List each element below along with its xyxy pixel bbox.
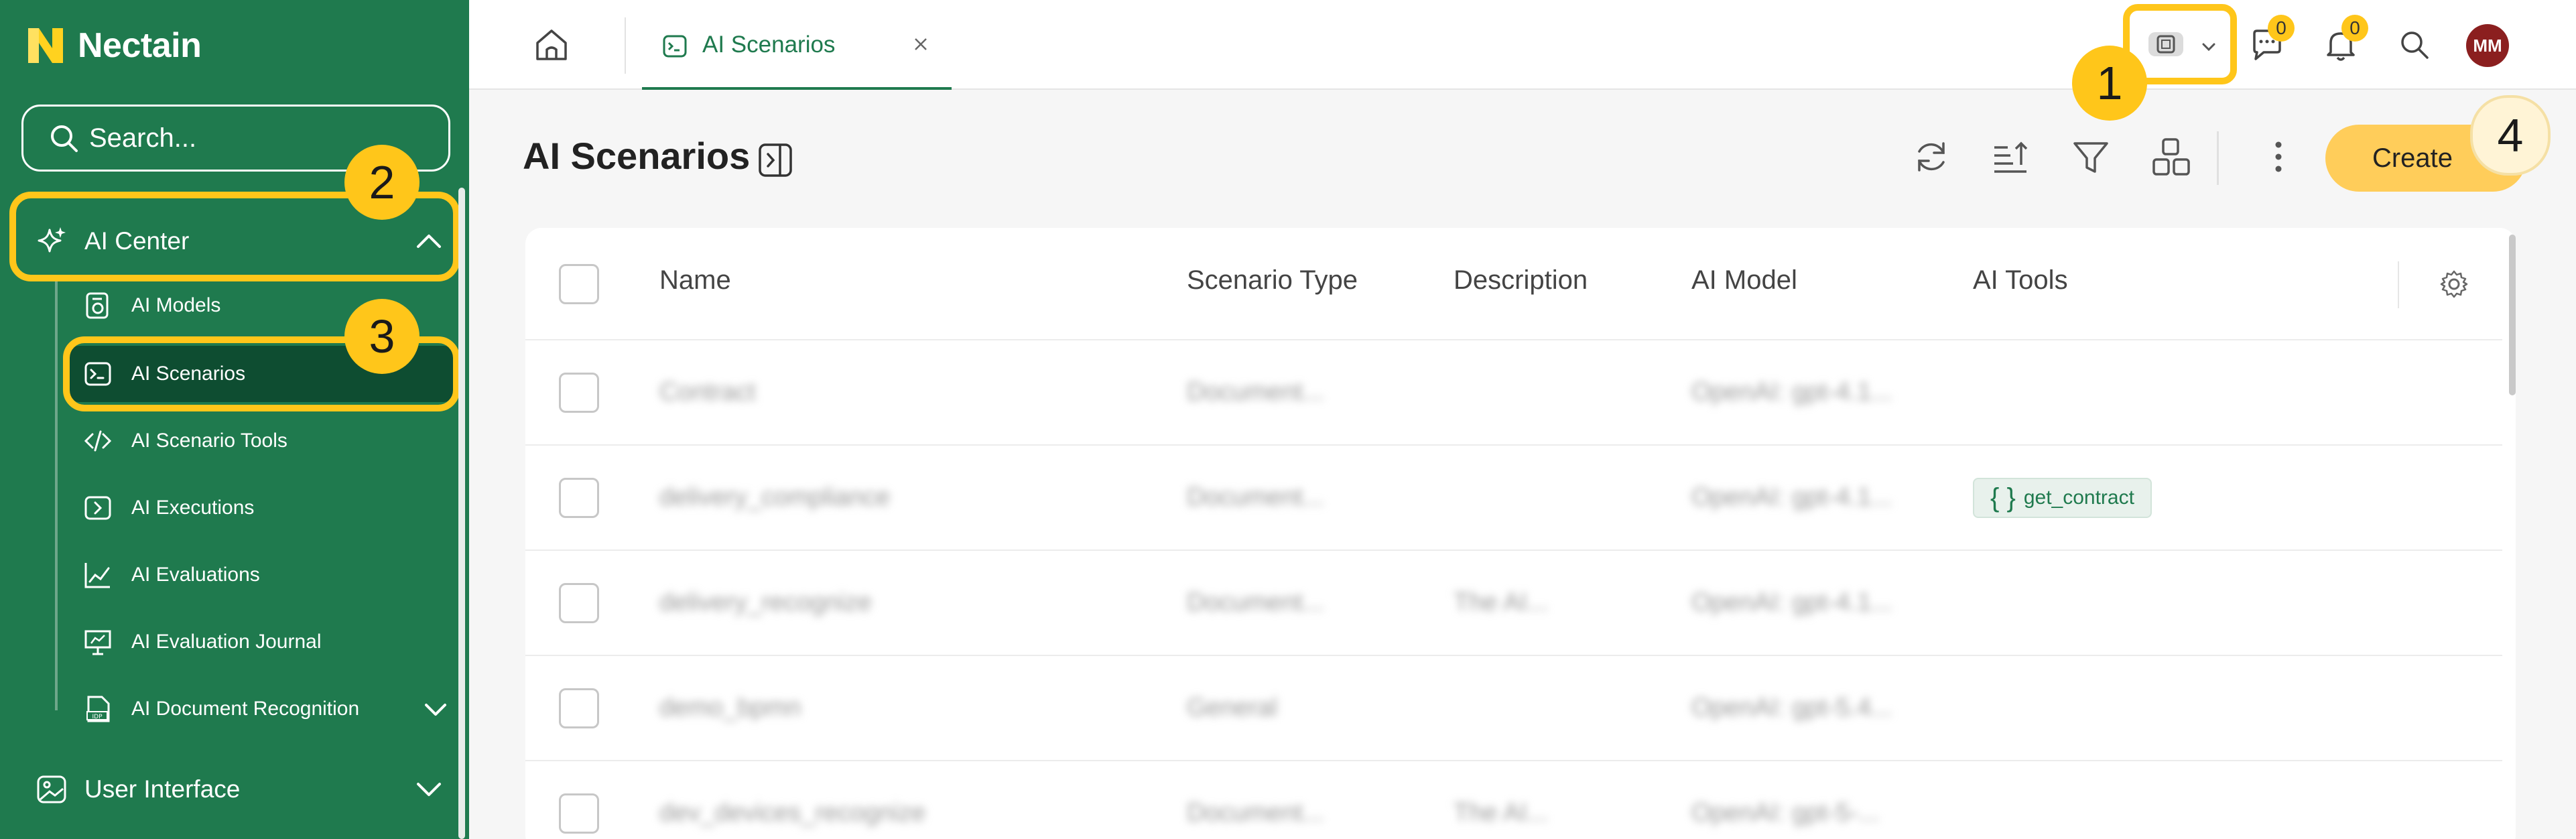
close-icon[interactable] <box>910 34 931 55</box>
svg-text:IDP: IDP <box>92 714 103 720</box>
search-placeholder: Search... <box>89 123 197 153</box>
table-row[interactable]: demo_bpmn General OpenAI: gpt-5.4... <box>525 656 2502 761</box>
column-divider <box>2398 261 2399 308</box>
table-row[interactable]: Contract Document... OpenAI: gpt-4.1... <box>525 340 2502 446</box>
sidebar-group-user-interface[interactable]: User Interface <box>15 748 457 831</box>
sidebar: Nectain Search... AI Center 2 AI Models … <box>0 0 469 839</box>
column-header-ai-tools[interactable]: AI Tools <box>1973 265 2068 296</box>
sidebar-item-ai-evaluations[interactable]: AI Evaluations <box>67 547 456 603</box>
sort-icon[interactable] <box>1990 137 2031 177</box>
search-icon[interactable] <box>2396 27 2433 63</box>
idp-document-icon: IDP <box>86 696 110 722</box>
user-avatar[interactable]: MM <box>2466 24 2509 67</box>
home-icon[interactable] <box>533 27 570 63</box>
sidebar-item-ai-evaluation-journal[interactable]: AI Evaluation Journal <box>67 614 456 670</box>
panel-toggle-icon[interactable] <box>757 142 793 178</box>
sidebar-scrollbar[interactable] <box>458 188 465 839</box>
nectain-logo-icon <box>28 28 63 63</box>
sidebar-item-ai-executions[interactable]: AI Executions <box>67 480 456 536</box>
cell-scenario-type: General <box>1187 694 1278 722</box>
line-chart-icon <box>84 563 110 588</box>
chevron-down-icon <box>417 783 441 796</box>
search-icon <box>51 125 78 152</box>
callout-badge-1: 1 <box>2072 46 2147 121</box>
table-scrollbar[interactable] <box>2509 235 2516 395</box>
sidebar-item-ai-scenario-tools[interactable]: AI Scenario Tools <box>67 413 456 469</box>
workspace-icon <box>2148 32 2183 56</box>
cell-scenario-type: Document... <box>1187 799 1324 827</box>
table-header: Name Scenario Type Description AI Model … <box>525 228 2502 340</box>
tree-connector <box>55 281 58 710</box>
cell-scenario-type: Document... <box>1187 588 1324 617</box>
terminal-icon <box>663 35 687 58</box>
column-header-ai-model[interactable]: AI Model <box>1691 265 1797 296</box>
presentation-icon <box>84 630 111 655</box>
sidebar-item-label: AI Evaluations <box>131 564 260 586</box>
cell-ai-model: OpenAI: gpt-4.1... <box>1691 483 1892 511</box>
gear-icon[interactable] <box>2439 269 2469 299</box>
brand-logo[interactable]: Nectain <box>24 24 202 67</box>
table-row[interactable]: delivery_compliance Document... OpenAI: … <box>525 446 2502 551</box>
sidebar-item-label: AI Executions <box>131 497 255 519</box>
page-title: AI Scenarios <box>523 135 751 177</box>
callout-badge-2: 2 <box>344 145 420 220</box>
sidebar-item-label: AI Document Recognition <box>131 698 360 720</box>
cell-name: Contract <box>659 378 756 406</box>
sidebar-item-label: AI Models <box>131 294 221 316</box>
cell-name: delivery_compliance <box>659 483 891 511</box>
cell-ai-model: OpenAI: gpt-4.1... <box>1691 378 1892 406</box>
code-icon <box>84 430 112 452</box>
cell-name: dev_devices_recognize <box>659 799 926 827</box>
row-checkbox[interactable] <box>559 583 599 623</box>
cell-ai-model: OpenAI: gpt-5.4... <box>1691 694 1892 722</box>
cell-scenario-type: Document... <box>1187 483 1324 511</box>
braces-icon: { } <box>1990 482 2016 513</box>
column-header-name[interactable]: Name <box>659 265 731 296</box>
row-checkbox[interactable] <box>559 688 599 728</box>
ai-tool-chip[interactable]: { } get_contract <box>1973 478 2152 518</box>
cell-ai-model: OpenAI: gpt-4.1... <box>1691 588 1892 617</box>
top-bar: AI Scenarios 1 0 0 MM <box>469 0 2576 121</box>
toolbar-divider <box>2217 131 2219 185</box>
row-checkbox[interactable] <box>559 478 599 518</box>
row-checkbox[interactable] <box>559 793 599 834</box>
image-icon <box>37 775 66 803</box>
cell-description: The AI... <box>1454 588 1549 617</box>
callout-badge-4: 4 <box>2470 95 2551 176</box>
refresh-icon[interactable] <box>1911 137 1951 177</box>
scenarios-table: Name Scenario Type Description AI Model … <box>525 228 2516 839</box>
cell-name: demo_bpmn <box>659 694 801 722</box>
execution-icon <box>84 496 111 520</box>
sidebar-group-label: User Interface <box>84 775 241 803</box>
sidebar-item-ai-document-recognition[interactable]: IDP AI Document Recognition <box>67 681 456 737</box>
table-row[interactable]: dev_devices_recognize Document... The AI… <box>525 761 2502 839</box>
model-icon <box>86 292 109 319</box>
tab-label: AI Scenarios <box>702 31 836 58</box>
chevron-down-icon[interactable] <box>422 696 449 722</box>
chevron-down-icon <box>2202 43 2215 52</box>
callout-badge-3: 3 <box>344 299 420 374</box>
cell-description: The AI... <box>1454 799 1549 827</box>
app-window: Nectain Search... AI Center 2 AI Models … <box>0 0 2576 839</box>
tab-divider <box>625 17 626 74</box>
cell-name: delivery_recognize <box>659 588 872 617</box>
column-header-description[interactable]: Description <box>1454 265 1588 296</box>
cell-scenario-type: Document... <box>1187 378 1324 406</box>
chat-count-badge: 0 <box>2268 15 2295 42</box>
cell-ai-model: OpenAI: gpt-5-... <box>1691 799 1880 827</box>
filter-icon[interactable] <box>2071 137 2111 177</box>
row-checkbox[interactable] <box>559 373 599 413</box>
sidebar-item-label: AI Evaluation Journal <box>131 631 322 653</box>
more-vertical-icon[interactable] <box>2258 137 2299 177</box>
sidebar-item-label: AI Scenario Tools <box>131 430 287 452</box>
notification-count-badge: 0 <box>2341 15 2368 42</box>
column-header-scenario-type[interactable]: Scenario Type <box>1187 265 1358 296</box>
select-all-checkbox[interactable] <box>559 264 599 304</box>
tab-ai-scenarios[interactable]: AI Scenarios <box>642 0 952 90</box>
table-row[interactable]: delivery_recognize Document... The AI...… <box>525 551 2502 656</box>
ai-tool-name: get_contract <box>2023 487 2134 509</box>
brand-name: Nectain <box>78 26 202 65</box>
grid-view-icon[interactable] <box>2151 137 2191 177</box>
